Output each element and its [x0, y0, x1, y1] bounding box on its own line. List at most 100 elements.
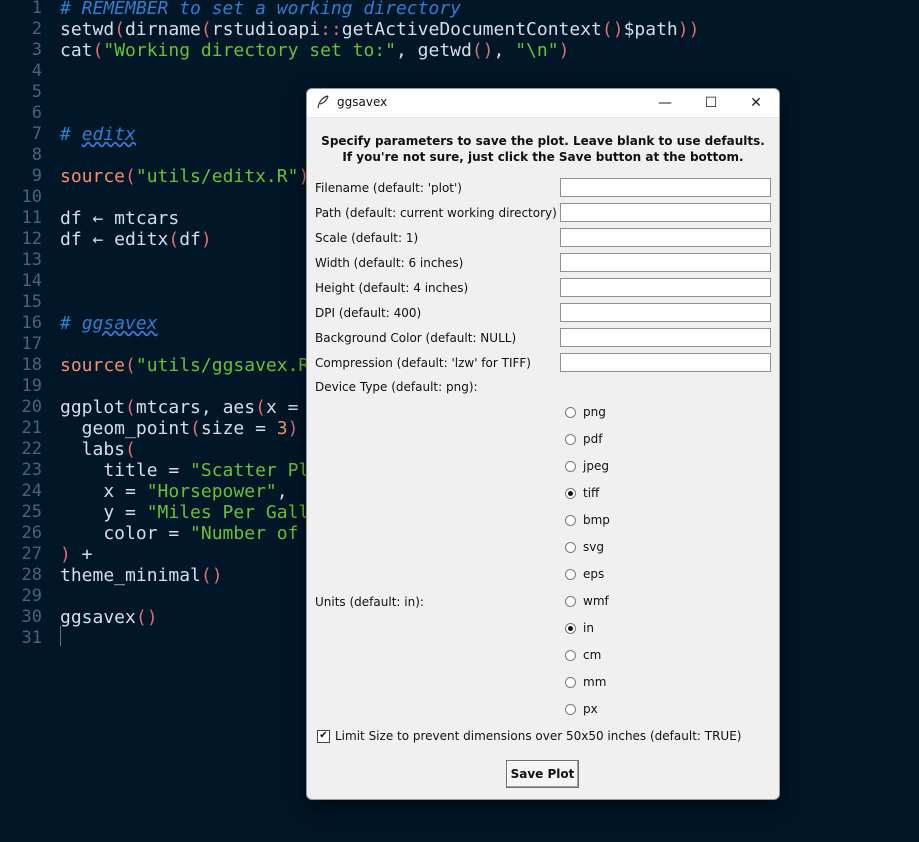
maximize-button[interactable]: ☐	[688, 89, 734, 117]
code-token: ,	[276, 481, 288, 502]
radio-label: eps	[583, 567, 605, 581]
code-line: 4	[0, 61, 919, 82]
code-token: (	[200, 19, 212, 40]
compression-input[interactable]	[560, 353, 771, 372]
radio-circle[interactable]	[565, 542, 576, 553]
radio-circle[interactable]	[565, 677, 576, 688]
code-token: (	[168, 229, 180, 250]
device-type-label: Device Type (default: png):	[315, 380, 478, 394]
line-number: 21	[21, 418, 42, 438]
line-code: labs(	[60, 439, 136, 460]
scale-label: Scale (default: 1)	[315, 231, 419, 245]
code-line: 3 cat("Working directory set to:", getwd(…	[0, 40, 919, 61]
code-token: title =	[60, 460, 191, 481]
radio-circle[interactable]	[565, 434, 576, 445]
code-token: "utils/ggsavex.R	[135, 355, 310, 376]
code-token: (	[255, 397, 266, 418]
code-token: "Number of	[190, 523, 299, 544]
dialog-titlebar[interactable]: ggsavex — ☐ ✕	[307, 89, 779, 118]
code-token: color =	[60, 523, 191, 544]
limit-size-checkbox[interactable]: ✔	[317, 730, 330, 743]
code-token: dirname	[125, 19, 201, 40]
code-token: labs	[60, 439, 126, 460]
line-number: 3	[31, 40, 42, 60]
code-token: getActiveDocumentContext	[341, 19, 602, 40]
radio-circle[interactable]	[565, 515, 576, 526]
code-token: "Horsepower"	[146, 481, 277, 502]
width-label: Width (default: 6 inches)	[315, 256, 464, 270]
radio-circle[interactable]	[565, 569, 576, 580]
line-number: 1	[31, 0, 42, 18]
code-token: setwd	[60, 19, 115, 40]
code-token: y =	[60, 502, 147, 523]
code-token: source	[60, 166, 126, 187]
code-token: (	[114, 19, 126, 40]
minimize-button[interactable]: —	[642, 89, 688, 117]
background-color-label: Background Color (default: NULL)	[315, 331, 517, 345]
line-number: 19	[21, 376, 42, 396]
dpi-label: DPI (default: 400)	[315, 306, 422, 320]
compression-label: Compression (default: 'lzw' for TIFF)	[315, 356, 531, 370]
code-token: 3	[276, 418, 288, 439]
radio-label: mm	[583, 675, 607, 689]
code-token: "Working directory set to:"	[103, 40, 396, 61]
code-token: size =	[200, 418, 277, 439]
code-token: (	[125, 166, 136, 187]
line-number: 31	[21, 628, 42, 648]
line-number: 17	[21, 334, 42, 354]
radio-circle[interactable]	[565, 650, 576, 661]
width-input[interactable]	[560, 253, 771, 272]
line-code: y = "Miles Per Gall	[60, 502, 309, 523]
code-token: ::	[320, 19, 342, 40]
line-number: 27	[21, 544, 42, 564]
code-token: (	[125, 355, 136, 376]
radio-circle[interactable]	[565, 461, 576, 472]
radio-label: bmp	[583, 513, 610, 527]
radio-circle[interactable]	[565, 407, 576, 418]
height-input[interactable]	[560, 278, 771, 297]
code-token: x =	[60, 481, 147, 502]
filename-input[interactable]	[560, 178, 771, 197]
code-token: x =	[265, 397, 310, 418]
radio-circle-selected[interactable]	[565, 623, 576, 634]
radio-label: px	[583, 702, 598, 716]
line-code: # REMEMBER to set a working directory	[60, 0, 461, 19]
background-color-input[interactable]	[560, 328, 771, 347]
radio-label: tiff	[583, 486, 600, 500]
line-number: 25	[21, 502, 42, 522]
code-token: )	[200, 229, 212, 250]
code-token: editx	[81, 124, 136, 145]
code-token: source	[60, 355, 126, 376]
radio-label: png	[583, 405, 606, 419]
line-number: 11	[21, 208, 42, 228]
line-code: geom_point(size = 3)	[60, 418, 299, 439]
code-line: 2 setwd(dirname(rstudioapi::getActiveDocu…	[0, 19, 919, 40]
radio-label: jpeg	[583, 459, 609, 473]
scale-input[interactable]	[560, 228, 771, 247]
line-number: 10	[21, 187, 42, 207]
close-button[interactable]: ✕	[733, 89, 779, 117]
radio-label: pdf	[583, 432, 603, 446]
save-plot-button[interactable]: Save Plot	[506, 760, 579, 788]
code-token: ,	[395, 40, 418, 61]
code-token: mtcars,	[135, 397, 223, 418]
code-token: df ← editx	[60, 229, 169, 250]
code-token: df	[179, 229, 201, 250]
code-token: getwd	[417, 40, 472, 61]
radio-label: cm	[583, 648, 602, 662]
radio-circle-selected[interactable]	[565, 488, 576, 499]
line-number: 24	[21, 481, 42, 501]
dpi-input[interactable]	[560, 303, 771, 322]
code-line: 1 # REMEMBER to set a working directory	[0, 0, 919, 19]
code-token: ()	[471, 40, 494, 61]
radio-circle[interactable]	[565, 704, 576, 715]
line-number: 7	[31, 124, 42, 144]
line-number: 15	[21, 292, 42, 312]
code-token: theme_minimal	[60, 565, 201, 586]
intro-line-1: Specify parameters to save the plot. Lea…	[321, 134, 765, 148]
radio-circle[interactable]	[565, 596, 576, 607]
line-code: ) +	[60, 544, 93, 565]
line-code: source("utils/ggsavex.R	[60, 355, 309, 376]
line-number: 16	[21, 313, 42, 333]
path-input[interactable]	[560, 203, 771, 222]
